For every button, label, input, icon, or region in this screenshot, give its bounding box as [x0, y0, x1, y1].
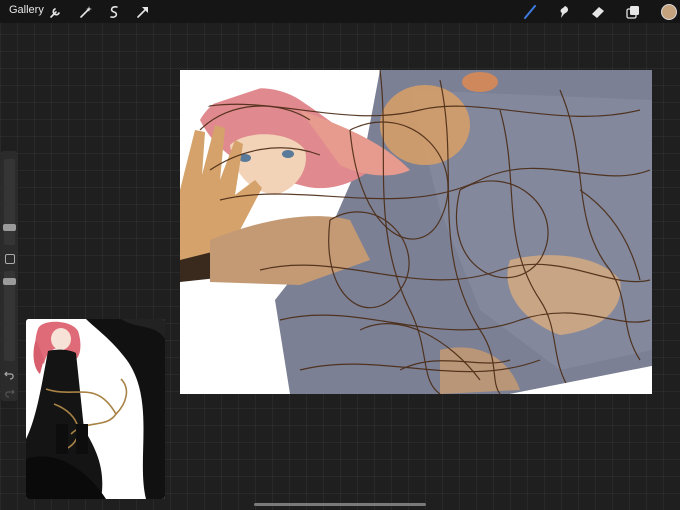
undo-icon[interactable] — [4, 369, 15, 380]
selection-icon[interactable] — [104, 2, 124, 22]
top-toolbar: Gallery — [0, 0, 680, 23]
transform-arrow-icon[interactable] — [133, 2, 153, 22]
drawing-canvas[interactable] — [180, 70, 652, 394]
opacity-thumb[interactable] — [3, 278, 16, 285]
wrench-icon[interactable] — [46, 2, 66, 22]
reference-character-image — [26, 319, 165, 499]
brush-size-slider[interactable] — [3, 159, 16, 245]
home-indicator[interactable] — [254, 503, 426, 506]
brush-icon[interactable] — [520, 2, 540, 22]
smudge-icon[interactable] — [554, 2, 574, 22]
left-sidebar — [1, 151, 18, 401]
modify-square-icon[interactable] — [5, 254, 15, 264]
reference-image-panel[interactable] — [26, 319, 165, 499]
magic-wand-icon[interactable] — [76, 2, 96, 22]
gallery-button[interactable]: Gallery — [9, 4, 44, 16]
opacity-slider[interactable] — [3, 271, 16, 361]
artwork-sketch — [180, 70, 652, 394]
eraser-icon[interactable] — [588, 2, 608, 22]
layers-icon[interactable] — [623, 2, 643, 22]
active-color-swatch[interactable] — [661, 4, 677, 20]
redo-icon[interactable] — [4, 387, 15, 398]
brush-size-thumb[interactable] — [3, 224, 16, 231]
